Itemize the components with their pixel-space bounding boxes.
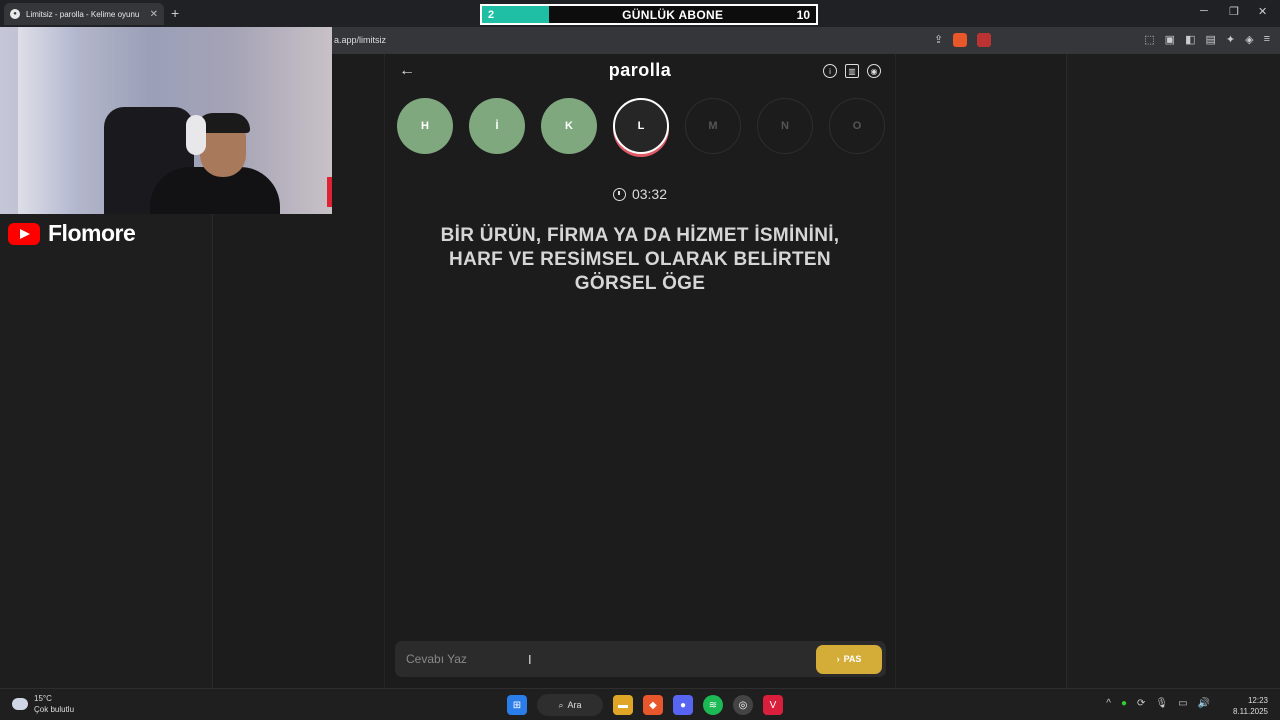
- pass-button[interactable]: › PAS: [816, 644, 882, 674]
- header-icons: i ▥ ◉: [823, 64, 881, 78]
- tab-title: Limitsiz - parolla - Kelime oyunu: [26, 9, 140, 19]
- display-icon[interactable]: ▭: [1178, 698, 1187, 709]
- weather-widget[interactable]: 15°C Çok bulutlu: [12, 693, 74, 715]
- profile-icon[interactable]: ◉: [867, 64, 881, 78]
- close-window-button[interactable]: ✕: [1258, 5, 1267, 18]
- date: 8.11.2025: [1233, 707, 1268, 716]
- sidebar-icon[interactable]: ◧: [1185, 33, 1195, 46]
- tab-search-icon[interactable]: ▣: [1165, 33, 1175, 46]
- status-dot-icon[interactable]: ●: [1121, 698, 1127, 709]
- new-tab-button[interactable]: +: [171, 5, 179, 21]
- taskbar-search[interactable]: ⌕ Ara: [537, 694, 603, 716]
- letter-circle-pending: O: [829, 98, 885, 154]
- letter-track: HİKLMNO: [397, 98, 885, 154]
- timer-value: 03:32: [631, 186, 668, 202]
- chevron-right-icon: ›: [836, 654, 840, 664]
- game-container: ← parolla i ▥ ◉ HİKLMNO 03:32 BİR ÜRÜN, …: [384, 54, 896, 688]
- taskbar: 15°C Çok bulutlu ⊞ ⌕ Ara ▬ ◆ ● ≋ ◎ V ^ ●…: [0, 688, 1280, 720]
- pass-label: PAS: [843, 654, 862, 664]
- wallet-icon[interactable]: ▤: [1205, 33, 1215, 46]
- minimize-button[interactable]: ─: [1200, 5, 1208, 17]
- webcam-overlay: [0, 27, 332, 214]
- game-header: ← parolla i ▥ ◉: [385, 54, 895, 88]
- channel-name: Flomore: [48, 220, 136, 246]
- sub-progress-fill: 2: [482, 6, 549, 23]
- cloud-icon: [12, 698, 28, 710]
- text-cursor-icon: I: [528, 652, 532, 667]
- taskbar-apps: ⊞ ⌕ Ara ▬ ◆ ● ≋ ◎ V: [507, 694, 783, 716]
- letter-circle-done: K: [541, 98, 597, 154]
- answer-input[interactable]: [406, 652, 816, 666]
- sub-counter-label: GÜNLÜK ABONE: [622, 7, 724, 22]
- right-panel: [1066, 54, 1280, 688]
- brave-rewards-icon[interactable]: [977, 33, 992, 47]
- sub-counter-goal: 10: [796, 7, 810, 22]
- system-tray: ^ ● ⟳ 🎙 ▭ 🔊: [1106, 698, 1210, 709]
- letter-circle-active: L: [613, 98, 669, 154]
- vpn-icon[interactable]: ◈: [1245, 33, 1253, 46]
- letter-circle-done: İ: [469, 98, 525, 154]
- volume-icon[interactable]: 🔊: [1198, 698, 1210, 709]
- parolla-favicon-icon: ●: [10, 9, 20, 19]
- chevron-up-icon[interactable]: ^: [1106, 698, 1111, 709]
- sync-icon[interactable]: ⟳: [1137, 698, 1145, 709]
- url-field[interactable]: a.app/limitsiz: [334, 35, 386, 45]
- letter-circle-pending: M: [685, 98, 741, 154]
- brave-shields-icon[interactable]: [953, 33, 968, 47]
- time: 12:23: [1247, 696, 1268, 705]
- windows-start-icon[interactable]: ⊞: [507, 695, 527, 715]
- toolbar-icons: ⬚ ▣ ◧ ▤ ✦ ◈ ≡: [1144, 33, 1270, 46]
- search-icon: ⌕: [558, 699, 564, 710]
- discord-icon[interactable]: ●: [673, 695, 693, 715]
- steam-icon[interactable]: ◎: [733, 695, 753, 715]
- share-icon[interactable]: ⇪: [934, 33, 943, 47]
- timer: 03:32: [385, 186, 895, 202]
- leo-ai-icon[interactable]: ✦: [1226, 33, 1235, 46]
- letter-circle-done: H: [397, 98, 453, 154]
- restore-button[interactable]: ❐: [1229, 5, 1239, 18]
- weather-temp: 15°C: [34, 694, 52, 703]
- youtube-icon: [8, 222, 40, 245]
- tab-close-icon[interactable]: ✕: [150, 9, 158, 20]
- game-title: parolla: [608, 60, 672, 80]
- taskbar-clock[interactable]: 12:23 8.11.2025: [1233, 695, 1268, 717]
- daily-sub-counter: 2 GÜNLÜK ABONE 10: [480, 4, 818, 25]
- weather-desc: Çok bulutlu: [34, 705, 75, 714]
- spotify-icon[interactable]: ≋: [703, 695, 723, 715]
- right-gutter: [896, 54, 1066, 688]
- stats-icon[interactable]: ▥: [845, 64, 859, 78]
- menu-icon[interactable]: ≡: [1264, 33, 1270, 46]
- browser-tab[interactable]: ● Limitsiz - parolla - Kelime oyunu ✕: [4, 3, 164, 25]
- file-explorer-icon[interactable]: ▬: [613, 695, 633, 715]
- question-text: BİR ÜRÜN, FİRMA YA DA HİZMET İSMİNİNİ, H…: [440, 225, 840, 294]
- headset: [186, 115, 206, 155]
- clock-icon: [612, 187, 626, 201]
- info-icon[interactable]: i: [823, 64, 837, 78]
- curtain: [18, 27, 78, 214]
- address-bar-actions: ⇪: [934, 33, 992, 47]
- brave-browser-icon[interactable]: ◆: [643, 695, 663, 715]
- screen: ● Limitsiz - parolla - Kelime oyunu ✕ + …: [0, 0, 1280, 720]
- search-label: Ara: [567, 700, 582, 710]
- answer-bar: › PAS: [395, 641, 886, 677]
- extensions-icon[interactable]: ⬚: [1144, 33, 1154, 46]
- red-light: [327, 177, 332, 207]
- channel-branding: Flomore: [8, 220, 136, 247]
- valorant-icon[interactable]: V: [763, 695, 783, 715]
- letter-circle-pending: N: [757, 98, 813, 154]
- microphone-icon[interactable]: 🎙: [1155, 698, 1168, 709]
